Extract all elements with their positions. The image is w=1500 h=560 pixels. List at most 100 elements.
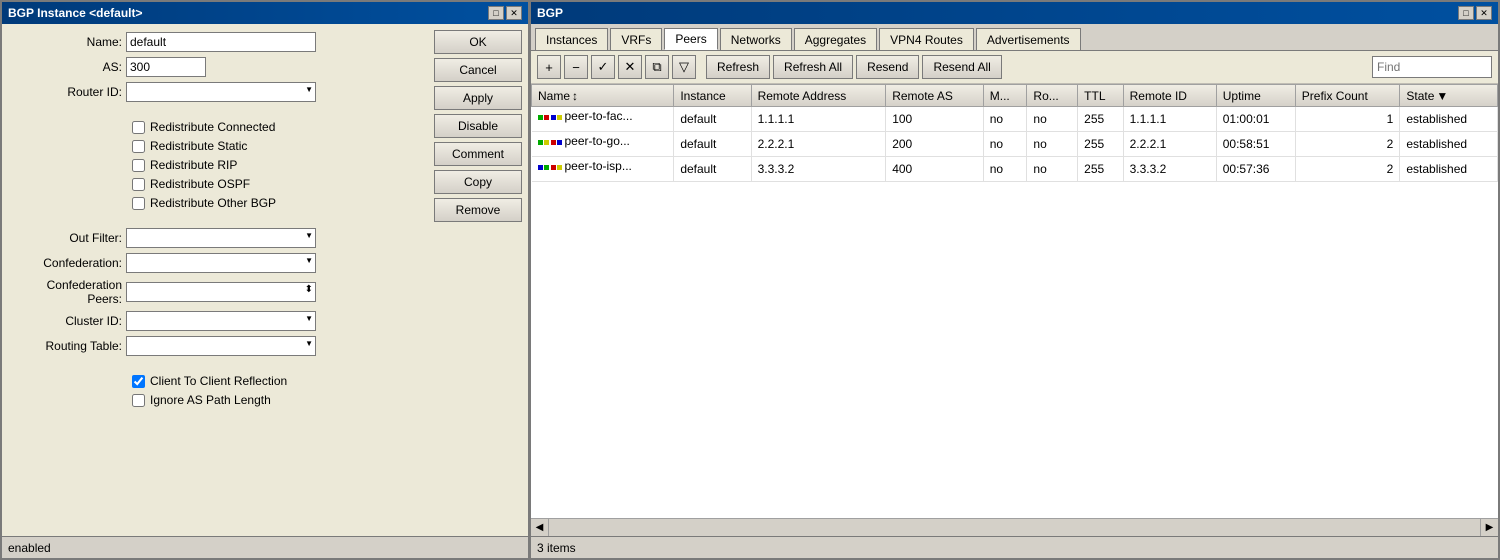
- col-uptime[interactable]: Uptime: [1216, 85, 1295, 107]
- confederation-select[interactable]: [126, 253, 316, 273]
- left-buttons-panel: OK Cancel Apply Disable Comment Copy Rem…: [428, 24, 528, 536]
- col-instance[interactable]: Instance: [674, 85, 751, 107]
- col-state[interactable]: State ▼: [1400, 85, 1498, 107]
- out-filter-select-wrapper: [126, 228, 316, 248]
- cell-name: peer-to-isp...: [532, 157, 674, 182]
- confederation-label: Confederation:: [12, 256, 122, 270]
- redistribute-ospf-label: Redistribute OSPF: [150, 177, 250, 191]
- cell-ro: no: [1027, 132, 1078, 157]
- client-to-client-checkbox[interactable]: [132, 375, 145, 388]
- redistribute-rip-checkbox[interactable]: [132, 159, 145, 172]
- comment-button[interactable]: Comment: [434, 142, 522, 166]
- remove-button-icon[interactable]: −: [564, 55, 588, 79]
- tab-instances[interactable]: Instances: [535, 28, 608, 50]
- as-row: AS:: [12, 57, 418, 77]
- out-filter-label: Out Filter:: [12, 231, 122, 245]
- cell-ro: no: [1027, 157, 1078, 182]
- col-ro[interactable]: Ro...: [1027, 85, 1078, 107]
- scroll-right-button[interactable]: ▶: [1480, 519, 1498, 537]
- cancel-button[interactable]: Cancel: [434, 58, 522, 82]
- cell-ro: no: [1027, 107, 1078, 132]
- left-status-bar: enabled: [2, 536, 528, 558]
- horizontal-scrollbar[interactable]: ◀ ▶: [531, 518, 1498, 536]
- disable-button[interactable]: Disable: [434, 114, 522, 138]
- cell-remote-as: 200: [886, 132, 984, 157]
- refresh-button[interactable]: Refresh: [706, 55, 770, 79]
- add-button[interactable]: +: [537, 55, 561, 79]
- ignore-as-path-row: Ignore AS Path Length: [12, 393, 418, 407]
- col-remote-address[interactable]: Remote Address: [751, 85, 886, 107]
- redistribute-other-bgp-label: Redistribute Other BGP: [150, 196, 276, 210]
- cell-state: established: [1400, 157, 1498, 182]
- cell-m: no: [983, 132, 1027, 157]
- left-panel: BGP Instance <default> □ ✕ Name: AS: Rou…: [0, 0, 530, 560]
- cell-state: established: [1400, 107, 1498, 132]
- col-remote-id[interactable]: Remote ID: [1123, 85, 1216, 107]
- sep2: [12, 215, 418, 223]
- refresh-all-button[interactable]: Refresh All: [773, 55, 853, 79]
- name-input[interactable]: [126, 32, 316, 52]
- ok-button[interactable]: OK: [434, 30, 522, 54]
- redistribute-static-checkbox[interactable]: [132, 140, 145, 153]
- cluster-id-row: Cluster ID:: [12, 311, 418, 331]
- enable-button[interactable]: ✓: [591, 55, 615, 79]
- cell-ttl: 255: [1078, 132, 1123, 157]
- copy-button[interactable]: Copy: [434, 170, 522, 194]
- filter-button[interactable]: ▽: [672, 55, 696, 79]
- table-body: peer-to-fac... default 1.1.1.1 100 no no…: [532, 107, 1498, 182]
- copy-icon-button[interactable]: ⧉: [645, 55, 669, 79]
- right-title: BGP: [537, 6, 563, 20]
- router-id-select[interactable]: [126, 82, 316, 102]
- left-title-bar: BGP Instance <default> □ ✕: [2, 2, 528, 24]
- col-prefix-count[interactable]: Prefix Count: [1295, 85, 1400, 107]
- name-row: Name:: [12, 32, 418, 52]
- redistribute-connected-checkbox[interactable]: [132, 121, 145, 134]
- disable-button-icon[interactable]: ✕: [618, 55, 642, 79]
- sep3: [12, 361, 418, 369]
- left-close-button[interactable]: ✕: [506, 6, 522, 20]
- ignore-as-path-checkbox[interactable]: [132, 394, 145, 407]
- routing-table-label: Routing Table:: [12, 339, 122, 353]
- peer-status-icon: [538, 165, 562, 179]
- redistribute-ospf-checkbox[interactable]: [132, 178, 145, 191]
- table-row[interactable]: peer-to-go... default 2.2.2.1 200 no no …: [532, 132, 1498, 157]
- routing-table-select[interactable]: [126, 336, 316, 356]
- right-close-button[interactable]: ✕: [1476, 6, 1492, 20]
- cell-prefix-count: 1: [1295, 107, 1400, 132]
- confederation-peers-select[interactable]: [126, 282, 316, 302]
- resend-button[interactable]: Resend: [856, 55, 919, 79]
- tab-vpn4-routes[interactable]: VPN4 Routes: [879, 28, 974, 50]
- redistribute-connected-row: Redistribute Connected: [12, 120, 418, 134]
- apply-button[interactable]: Apply: [434, 86, 522, 110]
- col-ttl[interactable]: TTL: [1078, 85, 1123, 107]
- remove-button[interactable]: Remove: [434, 198, 522, 222]
- tab-advertisements[interactable]: Advertisements: [976, 28, 1081, 50]
- tab-peers[interactable]: Peers: [664, 28, 717, 50]
- redistribute-rip-label: Redistribute RIP: [150, 158, 237, 172]
- scroll-track[interactable]: [549, 519, 1480, 537]
- redistribute-other-bgp-checkbox[interactable]: [132, 197, 145, 210]
- out-filter-select[interactable]: [126, 228, 316, 248]
- tab-networks[interactable]: Networks: [720, 28, 792, 50]
- ignore-as-path-label: Ignore AS Path Length: [150, 393, 271, 407]
- as-input[interactable]: [126, 57, 206, 77]
- col-m[interactable]: M...: [983, 85, 1027, 107]
- find-input[interactable]: [1372, 56, 1492, 78]
- tab-aggregates[interactable]: Aggregates: [794, 28, 877, 50]
- right-title-buttons: □ ✕: [1458, 6, 1492, 20]
- left-minimize-button[interactable]: □: [488, 6, 504, 20]
- cluster-id-label: Cluster ID:: [12, 314, 122, 328]
- right-title-bar: BGP □ ✕: [531, 2, 1498, 24]
- tab-vrfs[interactable]: VRFs: [610, 28, 662, 50]
- left-form: Name: AS: Router ID: Redistribute Connec…: [2, 24, 428, 536]
- col-remote-as[interactable]: Remote AS: [886, 85, 984, 107]
- col-name[interactable]: Name ↕: [532, 85, 674, 107]
- scroll-left-button[interactable]: ◀: [531, 519, 549, 537]
- right-minimize-button[interactable]: □: [1458, 6, 1474, 20]
- table-row[interactable]: peer-to-fac... default 1.1.1.1 100 no no…: [532, 107, 1498, 132]
- cell-uptime: 00:57:36: [1216, 157, 1295, 182]
- name-label: Name:: [12, 35, 122, 49]
- resend-all-button[interactable]: Resend All: [922, 55, 1001, 79]
- table-row[interactable]: peer-to-isp... default 3.3.3.2 400 no no…: [532, 157, 1498, 182]
- cluster-id-select[interactable]: [126, 311, 316, 331]
